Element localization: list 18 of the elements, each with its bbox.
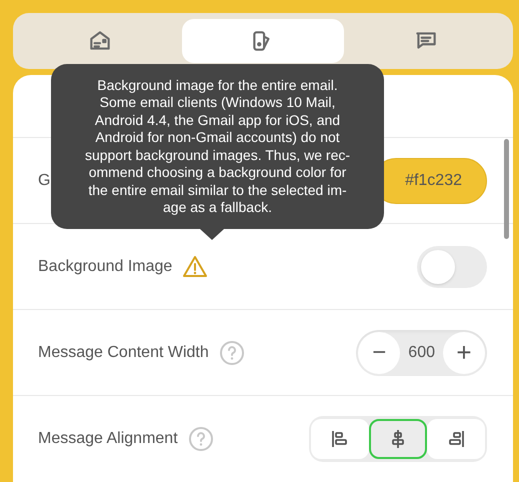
row-label: Background Image <box>38 256 172 276</box>
row-label: Message Alignment <box>38 428 178 448</box>
tooltip-text: Background image for the entire email. Some email clients (Windows 10 Mail, Android 4.4, the Gmail app for iOS, and Android for non-Gmail accounts) do not support background images. Thus, we rec- ommend choosing a background color for the entire email similar to the selected im- age as a fallback. <box>84 76 350 216</box>
row-label: G <box>38 170 50 190</box>
increment-button[interactable]: + <box>443 332 485 374</box>
help-icon[interactable] <box>188 426 214 452</box>
row-label: Message Content Width <box>38 342 209 362</box>
align-left-icon <box>330 428 350 448</box>
help-icon[interactable] <box>218 340 245 366</box>
stepper-value: 600 <box>407 342 436 362</box>
toggle-switch[interactable] <box>417 246 487 288</box>
tab[interactable] <box>182 19 344 63</box>
alignment-option[interactable] <box>369 418 427 458</box>
decrement-button[interactable]: − <box>358 332 400 374</box>
alignment-option[interactable] <box>311 418 369 458</box>
warning-icon <box>182 254 208 278</box>
align-right-icon <box>446 428 466 448</box>
alignment-option[interactable] <box>427 418 485 458</box>
